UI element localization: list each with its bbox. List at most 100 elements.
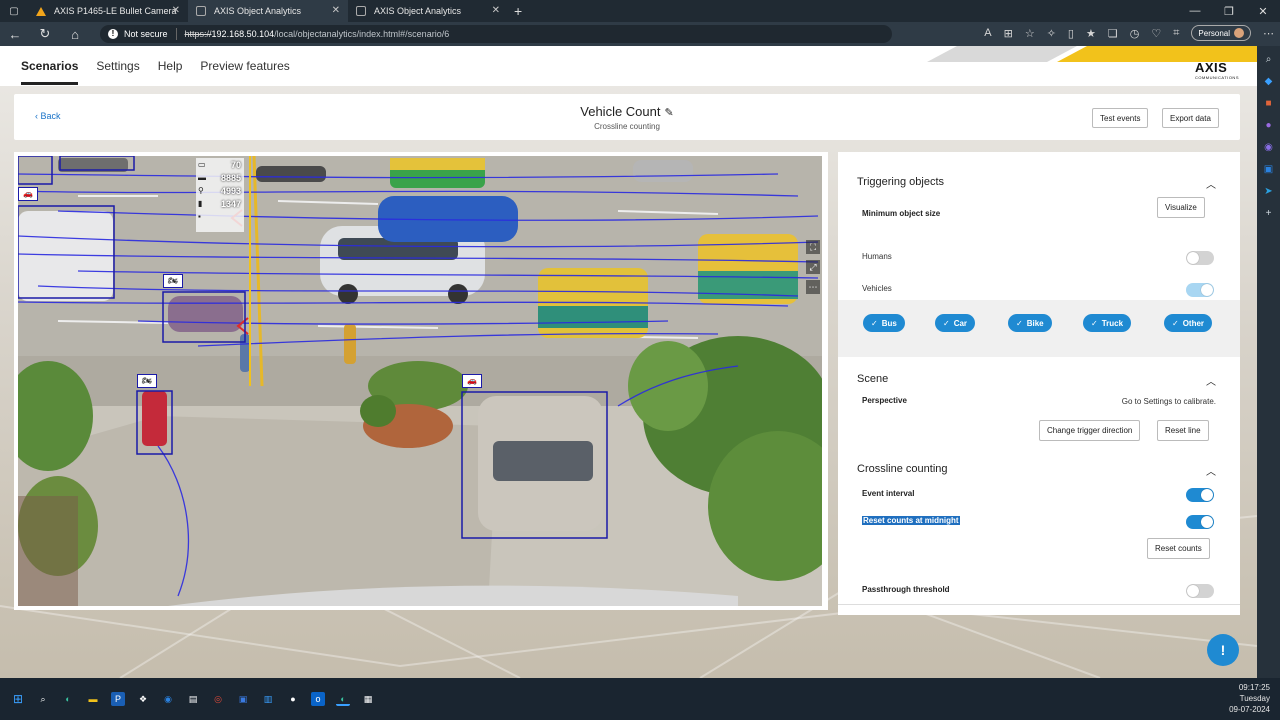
scenario-subtitle: Crossline counting [594,122,660,131]
perspective-label: Perspective [862,396,907,405]
url-text: https://192.168.50.104/local/objectanaly… [184,29,450,39]
check-icon: ✓ [871,318,878,328]
counter-row-other: ▪ [196,210,244,223]
humans-toggle[interactable] [1186,251,1214,265]
security-status[interactable]: Not secure [124,29,168,39]
other-vehicle-icon: ▪ [198,212,201,221]
minimize-icon[interactable]: — [1178,0,1212,22]
browser-essentials-icon[interactable]: ♡ [1151,27,1161,40]
app-icon[interactable]: ❖ [136,692,150,706]
file-explorer-icon[interactable]: ▬ [86,692,100,706]
chevron-up-icon[interactable]: ︿ [1206,373,1216,388]
games-icon[interactable]: ● [1263,120,1275,132]
edit-pencil-icon[interactable]: ✎ [665,107,674,119]
back-arrow-icon[interactable]: ← [0,27,30,42]
notepad-icon[interactable]: ▤ [186,692,200,706]
collections-icon[interactable]: ❏ [1108,27,1118,40]
outlook-icon[interactable]: o [311,692,325,706]
nav-scenarios[interactable]: Scenarios [21,47,79,85]
scenario-title: Vehicle Count ✎ [580,104,674,119]
url-divider [175,28,177,40]
chip-bike[interactable]: ✓ Bike [1008,314,1052,332]
fullscreen-icon[interactable]: ⛶ [806,240,820,254]
favorites-icon[interactable]: ★ [1086,27,1096,40]
nav-help[interactable]: Help [158,59,183,73]
refresh-icon[interactable]: ↻ [30,26,60,42]
nav-settings[interactable]: Settings [96,59,139,73]
more-options-icon[interactable]: ⋯ [806,280,820,294]
chevron-up-icon[interactable]: ︿ [1206,463,1216,478]
app-icon[interactable]: ▥ [261,692,275,706]
video-frame: 🚗 🏍 🏍 🚗 ▭ 70 ▬ 8885 ⚲ 4993 ▮ 1347 ▪ ⛶ ⤢ ⋯ [14,152,828,610]
app-available-icon[interactable]: ⊞ [1004,27,1013,40]
read-aloud-icon[interactable]: A [984,27,991,39]
history-icon[interactable]: ◷ [1130,27,1140,40]
export-data-button[interactable]: Export data [1162,108,1219,128]
chrome-icon[interactable]: ◎ [211,692,225,706]
screenshot-icon[interactable]: ⌗ [1173,27,1179,40]
app-icon[interactable]: P [111,692,125,706]
maximize-icon[interactable]: ❐ [1212,0,1246,22]
tools-briefcase-icon[interactable]: ■ [1263,98,1275,110]
chip-other[interactable]: ✓ Other [1164,314,1213,332]
microsoft-365-icon[interactable]: ◉ [1263,142,1275,154]
chevron-up-icon[interactable]: ︿ [1206,176,1216,191]
triggering-objects-title[interactable]: Triggering objects [857,176,944,188]
reset-line-button[interactable]: Reset line [1157,420,1209,441]
close-window-icon[interactable]: ✕ [1246,0,1280,22]
nav-preview-features[interactable]: Preview features [200,59,289,73]
system-clock[interactable]: 09:17:25 Tuesday 09-07-2024 [1229,682,1270,715]
change-trigger-direction-button[interactable]: Change trigger direction [1039,420,1141,441]
browser-tab-camera[interactable]: AXIS P1465-LE Bullet Camera ✕ [28,0,188,22]
more-menu-icon[interactable]: ⋯ [1263,27,1274,40]
edge-icon[interactable]: ◐ [61,692,75,706]
scene-title[interactable]: Scene [857,373,888,385]
add-sidebar-app-icon[interactable]: + [1263,208,1275,220]
app-icon[interactable]: ◉ [161,692,175,706]
chip-truck[interactable]: ✓ Truck [1083,314,1132,332]
passthrough-threshold-toggle[interactable] [1186,584,1214,598]
tab-title: AXIS Object Analytics [214,6,302,16]
profile-button[interactable]: Personal [1191,25,1251,41]
search-icon[interactable]: ⌕ [36,692,50,706]
favorite-star-icon[interactable]: ☆ [1025,27,1035,40]
browser-tab-analytics[interactable]: AXIS Object Analytics ✕ [348,0,508,22]
check-icon: ✓ [1091,318,1098,328]
vehicles-toggle[interactable] [1186,283,1214,297]
warning-icon: ! [108,29,118,39]
close-tab-icon[interactable]: ✕ [332,5,340,16]
chip-car[interactable]: ✓ Car [935,314,976,332]
shopping-tag-icon[interactable]: ◆ [1263,76,1275,88]
search-icon[interactable]: ⌕ [1263,54,1275,66]
app-icon[interactable]: ▣ [236,692,250,706]
chip-bus[interactable]: ✓ Bus [863,314,905,332]
url-field[interactable]: ! Not secure https://192.168.50.104/loca… [100,25,892,43]
vehicles-label: Vehicles [862,284,892,293]
new-tab-icon[interactable]: + [514,3,522,19]
windows-start-icon[interactable]: ⊞ [11,692,25,706]
browser-tab-analytics-active[interactable]: AXIS Object Analytics ✕ [188,0,348,22]
reset-counts-midnight-toggle[interactable] [1186,515,1214,529]
close-tab-icon[interactable]: ✕ [172,5,180,16]
close-tab-icon[interactable]: ✕ [492,5,500,16]
event-interval-toggle[interactable] [1186,488,1214,502]
expand-icon[interactable]: ⤢ [806,260,820,274]
visualize-button[interactable]: Visualize [1157,197,1205,218]
send-icon[interactable]: ➤ [1263,186,1275,198]
reset-counts-button[interactable]: Reset counts [1147,538,1210,559]
crossline-counting-title[interactable]: Crossline counting [857,463,948,475]
test-events-button[interactable]: Test events [1092,108,1149,128]
scenario-header: ‹ Back Vehicle Count ✎ Crossline counting… [14,94,1240,140]
split-screen-icon[interactable]: ▯ [1068,27,1074,40]
feedback-chat-button[interactable]: ! [1207,634,1239,666]
edge-active-icon[interactable]: ◐ [336,692,350,706]
camera-live-view[interactable]: 🚗 🏍 🏍 🚗 ▭ 70 ▬ 8885 ⚲ 4993 ▮ 1347 ▪ ⛶ ⤢ ⋯ [18,156,822,606]
bus-icon: ▭ [198,160,206,169]
home-icon[interactable]: ⌂ [60,27,90,42]
min-object-size-label: Minimum object size [862,209,941,218]
workspaces-icon[interactable]: ▢ [0,6,28,17]
app-icon[interactable]: ● [286,692,300,706]
app-icon[interactable]: ▦ [361,692,375,706]
extensions-icon[interactable]: ✧ [1047,27,1056,40]
outlook-icon[interactable]: ▣ [1263,164,1275,176]
